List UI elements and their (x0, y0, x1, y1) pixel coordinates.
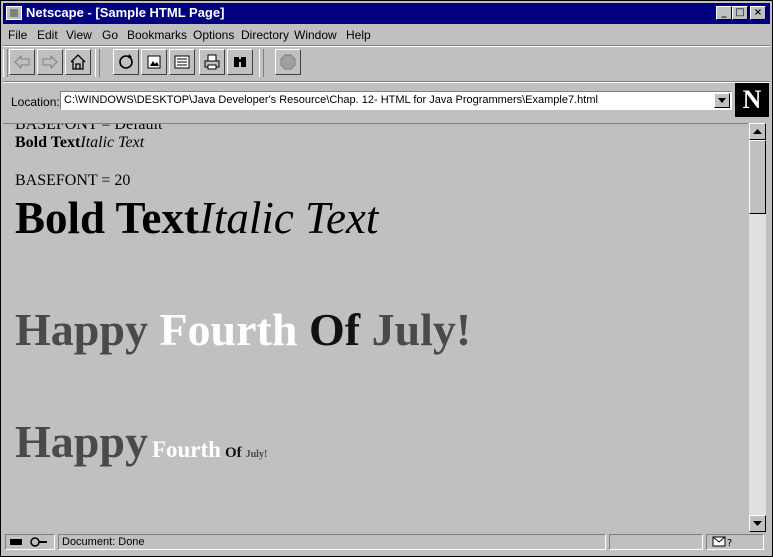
word-of-2: Of (224, 445, 242, 461)
word-july: July! (371, 304, 472, 355)
forward-button[interactable] (37, 49, 63, 75)
open-icon (174, 55, 190, 69)
word-happy: Happy (15, 304, 148, 355)
print-button[interactable] (199, 49, 225, 75)
word-happy-2: Happy (15, 416, 148, 467)
title-bar: Netscape - [Sample HTML Page] _ □ × (3, 3, 770, 24)
security-key-icon (10, 537, 47, 547)
bold-text-large: Bold Text (15, 193, 199, 243)
location-label: Location: (11, 95, 60, 109)
status-text: Document: Done (58, 534, 606, 550)
word-fourth: Fourth (159, 304, 298, 355)
scroll-up-button[interactable] (749, 123, 766, 140)
toolbar (3, 47, 770, 81)
basefont-20-label: BASEFONT = 20 (15, 172, 131, 189)
location-dropdown-button[interactable] (714, 93, 730, 108)
location-bar: Location: C:\WINDOWS\DESKTOP\Java Develo… (3, 83, 770, 121)
forward-icon (42, 54, 58, 70)
menu-bar: File Edit View Go Bookmarks Options Dire… (3, 25, 770, 45)
text-line-2: Bold TextItalic Text (15, 190, 378, 246)
maximize-button[interactable]: □ (732, 6, 748, 20)
chevron-down-icon (718, 98, 726, 103)
print-icon (204, 54, 220, 70)
menu-go[interactable]: Go (102, 28, 118, 42)
vertical-scrollbar[interactable] (749, 123, 766, 532)
back-button[interactable] (9, 49, 35, 75)
happy-fourth-line-1: Happy Fourth Of July! (15, 302, 471, 358)
arrow-up-icon (753, 129, 762, 134)
scroll-down-button[interactable] (749, 515, 766, 532)
word-fourth-2: Fourth (151, 437, 221, 462)
menu-bookmarks[interactable]: Bookmarks (127, 28, 187, 42)
find-button[interactable] (227, 49, 253, 75)
menu-view[interactable]: View (66, 28, 92, 42)
bold-text: Bold Text (15, 134, 81, 151)
menu-directory[interactable]: Directory (241, 28, 289, 42)
text-line-1: Bold TextItalic Text (15, 134, 144, 152)
toolbar-divider (95, 49, 100, 77)
images-icon (147, 55, 161, 69)
location-input[interactable]: C:\WINDOWS\DESKTOP\Java Developer's Reso… (60, 91, 732, 110)
stop-button[interactable] (275, 49, 301, 75)
stop-icon (280, 54, 296, 70)
menu-edit[interactable]: Edit (37, 28, 58, 42)
menu-window[interactable]: Window (294, 28, 337, 42)
italic-text-large: Italic Text (198, 193, 379, 243)
basefont-default-label: BASEFONT = Default (15, 123, 163, 133)
page-content: BASEFONT = Default Bold TextItalic Text … (3, 123, 748, 533)
svg-text:?: ? (727, 538, 732, 548)
mail-panel[interactable]: ? (706, 534, 764, 550)
arrow-down-icon (753, 521, 762, 526)
menu-options[interactable]: Options (193, 28, 234, 42)
reload-button[interactable] (113, 49, 139, 75)
window-title: Netscape - [Sample HTML Page] (26, 5, 225, 20)
progress-panel (609, 534, 703, 550)
home-icon (70, 54, 86, 70)
menu-file[interactable]: File (8, 28, 27, 42)
scroll-thumb[interactable] (749, 140, 766, 214)
italic-text: Italic Text (80, 134, 145, 151)
find-icon (234, 57, 246, 67)
home-button[interactable] (65, 49, 91, 75)
mail-icon: ? (712, 536, 732, 549)
close-button[interactable]: × (750, 6, 766, 20)
menu-help[interactable]: Help (346, 28, 371, 42)
status-bar: Document: Done ? (3, 532, 770, 554)
word-of: Of (308, 304, 361, 355)
netscape-logo[interactable]: N (735, 83, 769, 117)
netscape-window: Netscape - [Sample HTML Page] _ □ × File… (0, 0, 773, 557)
reload-icon (119, 54, 133, 69)
security-panel[interactable] (5, 534, 55, 550)
back-icon (14, 54, 30, 70)
toolbar-divider-2 (259, 49, 264, 77)
open-button[interactable] (169, 49, 195, 75)
minimize-button[interactable]: _ (716, 6, 732, 20)
images-button[interactable] (141, 49, 167, 75)
word-july-2: July! (245, 449, 268, 460)
toolbar-grip[interactable] (3, 49, 8, 77)
app-icon[interactable] (6, 6, 22, 20)
happy-fourth-line-2: Happy Fourth Of July! (15, 414, 267, 483)
